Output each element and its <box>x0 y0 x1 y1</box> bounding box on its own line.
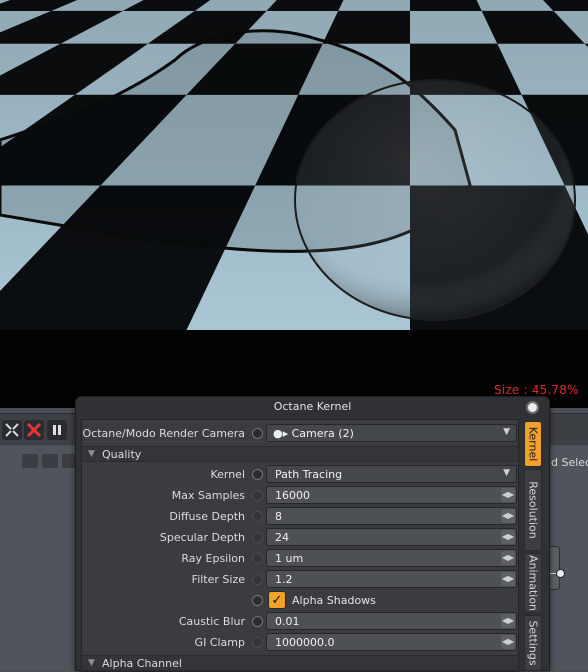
expand-icon <box>5 423 19 437</box>
pause-icon <box>53 425 61 435</box>
max-samples-label: Max Samples <box>171 489 245 502</box>
specular-depth-row: Specular Depth 24 ◀▶ <box>82 527 518 548</box>
camera-value: Camera (2) <box>291 427 354 440</box>
render-viewport[interactable]: Size : 45.78% <box>0 0 588 408</box>
cancel-render-icon <box>26 422 42 438</box>
caustic-blur-label: Caustic Blur <box>178 615 245 628</box>
alpha-shadows-checkbox[interactable]: ✓ <box>268 591 286 609</box>
caustic-blur-row: Caustic Blur 0.01 ◀▶ <box>82 611 518 632</box>
max-samples-indicator[interactable] <box>252 490 263 501</box>
gi-clamp-label: GI Clamp <box>194 636 245 649</box>
max-samples-field[interactable]: 16000 ◀▶ <box>266 486 517 504</box>
octane-kernel-panel: Octane Kernel Octane/Modo Render Camera … <box>75 396 550 672</box>
tab-kernel[interactable]: Kernel <box>524 421 542 467</box>
camera-row: Octane/Modo Render Camera ●▸ Camera (2) … <box>82 423 518 444</box>
ray-epsilon-value: 1 um <box>275 552 304 565</box>
ray-epsilon-indicator[interactable] <box>252 553 263 564</box>
filter-size-value: 1.2 <box>275 573 293 586</box>
diffuse-depth-indicator[interactable] <box>252 511 263 522</box>
kernel-value: Path Tracing <box>275 468 343 481</box>
quality-section-title: Quality <box>102 448 142 461</box>
alpha-shadows-label: Alpha Shadows <box>292 594 376 607</box>
schematic-port[interactable] <box>556 569 565 578</box>
gi-clamp-indicator[interactable] <box>252 637 263 648</box>
host-tool-button-1[interactable] <box>22 454 38 468</box>
add-selected-label[interactable]: dd Selec <box>544 456 588 469</box>
tab-settings[interactable]: Settings <box>524 615 542 671</box>
stepper-arrows-icon[interactable]: ◀▶ <box>501 488 515 502</box>
stepper-arrows-icon[interactable]: ◀▶ <box>501 551 515 565</box>
max-samples-value: 16000 <box>275 489 310 502</box>
stepper-arrows-icon[interactable]: ◀▶ <box>501 509 515 523</box>
chevron-down-icon: ▼ <box>503 468 510 478</box>
alpha-channel-section-header[interactable]: ▼ Alpha Channel <box>82 655 518 671</box>
stepper-arrows-icon[interactable]: ◀▶ <box>501 530 515 544</box>
panel-title: Octane Kernel <box>273 400 352 413</box>
filter-size-label: Filter Size <box>191 573 245 586</box>
panel-vertical-tabs: Kernel Resolution Animation Settings <box>521 419 545 672</box>
filter-size-row: Filter Size 1.2 ◀▶ <box>82 569 518 590</box>
specular-depth-field[interactable]: 24 ◀▶ <box>266 528 517 546</box>
stepper-arrows-icon[interactable]: ◀▶ <box>501 614 515 628</box>
diffuse-depth-value: 8 <box>275 510 282 523</box>
collapse-triangle-icon: ▼ <box>88 658 95 668</box>
diffuse-depth-field[interactable]: 8 ◀▶ <box>266 507 517 525</box>
host-tool-button-2[interactable] <box>42 454 58 468</box>
stop-render-button[interactable] <box>24 420 44 440</box>
gi-clamp-value: 1000000.0 <box>275 636 335 649</box>
quality-section-header[interactable]: ▼ Quality <box>82 446 518 462</box>
ray-epsilon-field[interactable]: 1 um ◀▶ <box>266 549 517 567</box>
max-samples-row: Max Samples 16000 ◀▶ <box>82 485 518 506</box>
gi-clamp-field[interactable]: 1000000.0 ◀▶ <box>266 633 517 651</box>
panel-body: Octane/Modo Render Camera ●▸ Camera (2) … <box>81 419 519 672</box>
alpha-shadows-row: ✓ Alpha Shadows <box>82 590 518 611</box>
gi-clamp-row: GI Clamp 1000000.0 ◀▶ <box>82 632 518 653</box>
specular-depth-indicator[interactable] <box>252 532 263 543</box>
stepper-arrows-icon[interactable]: ◀▶ <box>501 635 515 649</box>
zoom-size-readout: Size : 45.78% <box>494 383 579 397</box>
collapse-triangle-icon: ▼ <box>88 449 95 459</box>
panel-close-icon[interactable] <box>526 401 539 414</box>
kernel-label: Kernel <box>210 468 245 481</box>
tab-animation[interactable]: Animation <box>524 553 542 613</box>
render-image <box>0 0 588 330</box>
caustic-blur-indicator[interactable] <box>252 616 263 627</box>
ray-epsilon-label: Ray Epsilon <box>181 552 245 565</box>
kernel-indicator[interactable] <box>252 469 263 480</box>
tab-resolution[interactable]: Resolution <box>524 469 542 551</box>
kernel-select[interactable]: Path Tracing ▼ <box>266 465 517 483</box>
camera-icon: ●▸ <box>273 427 289 440</box>
kernel-row: Kernel Path Tracing ▼ <box>82 464 518 485</box>
ray-epsilon-row: Ray Epsilon 1 um ◀▶ <box>82 548 518 569</box>
caustic-blur-field[interactable]: 0.01 ◀▶ <box>266 612 517 630</box>
specular-depth-label: Specular Depth <box>159 531 245 544</box>
camera-label: Octane/Modo Render Camera <box>82 427 245 440</box>
stepper-arrows-icon[interactable]: ◀▶ <box>501 572 515 586</box>
fit-view-button[interactable] <box>2 420 22 440</box>
pause-render-button[interactable] <box>47 420 67 440</box>
camera-link-indicator[interactable] <box>252 428 263 439</box>
diffuse-depth-row: Diffuse Depth 8 ◀▶ <box>82 506 518 527</box>
specular-depth-value: 24 <box>275 531 289 544</box>
alpha-shadows-indicator[interactable] <box>252 595 263 606</box>
filter-size-field[interactable]: 1.2 ◀▶ <box>266 570 517 588</box>
camera-select[interactable]: ●▸ Camera (2) ▼ <box>266 424 517 442</box>
chevron-down-icon: ▼ <box>503 427 510 437</box>
alpha-channel-section-title: Alpha Channel <box>102 657 182 670</box>
caustic-blur-value: 0.01 <box>275 615 300 628</box>
filter-size-indicator[interactable] <box>252 574 263 585</box>
diffuse-depth-label: Diffuse Depth <box>169 510 245 523</box>
